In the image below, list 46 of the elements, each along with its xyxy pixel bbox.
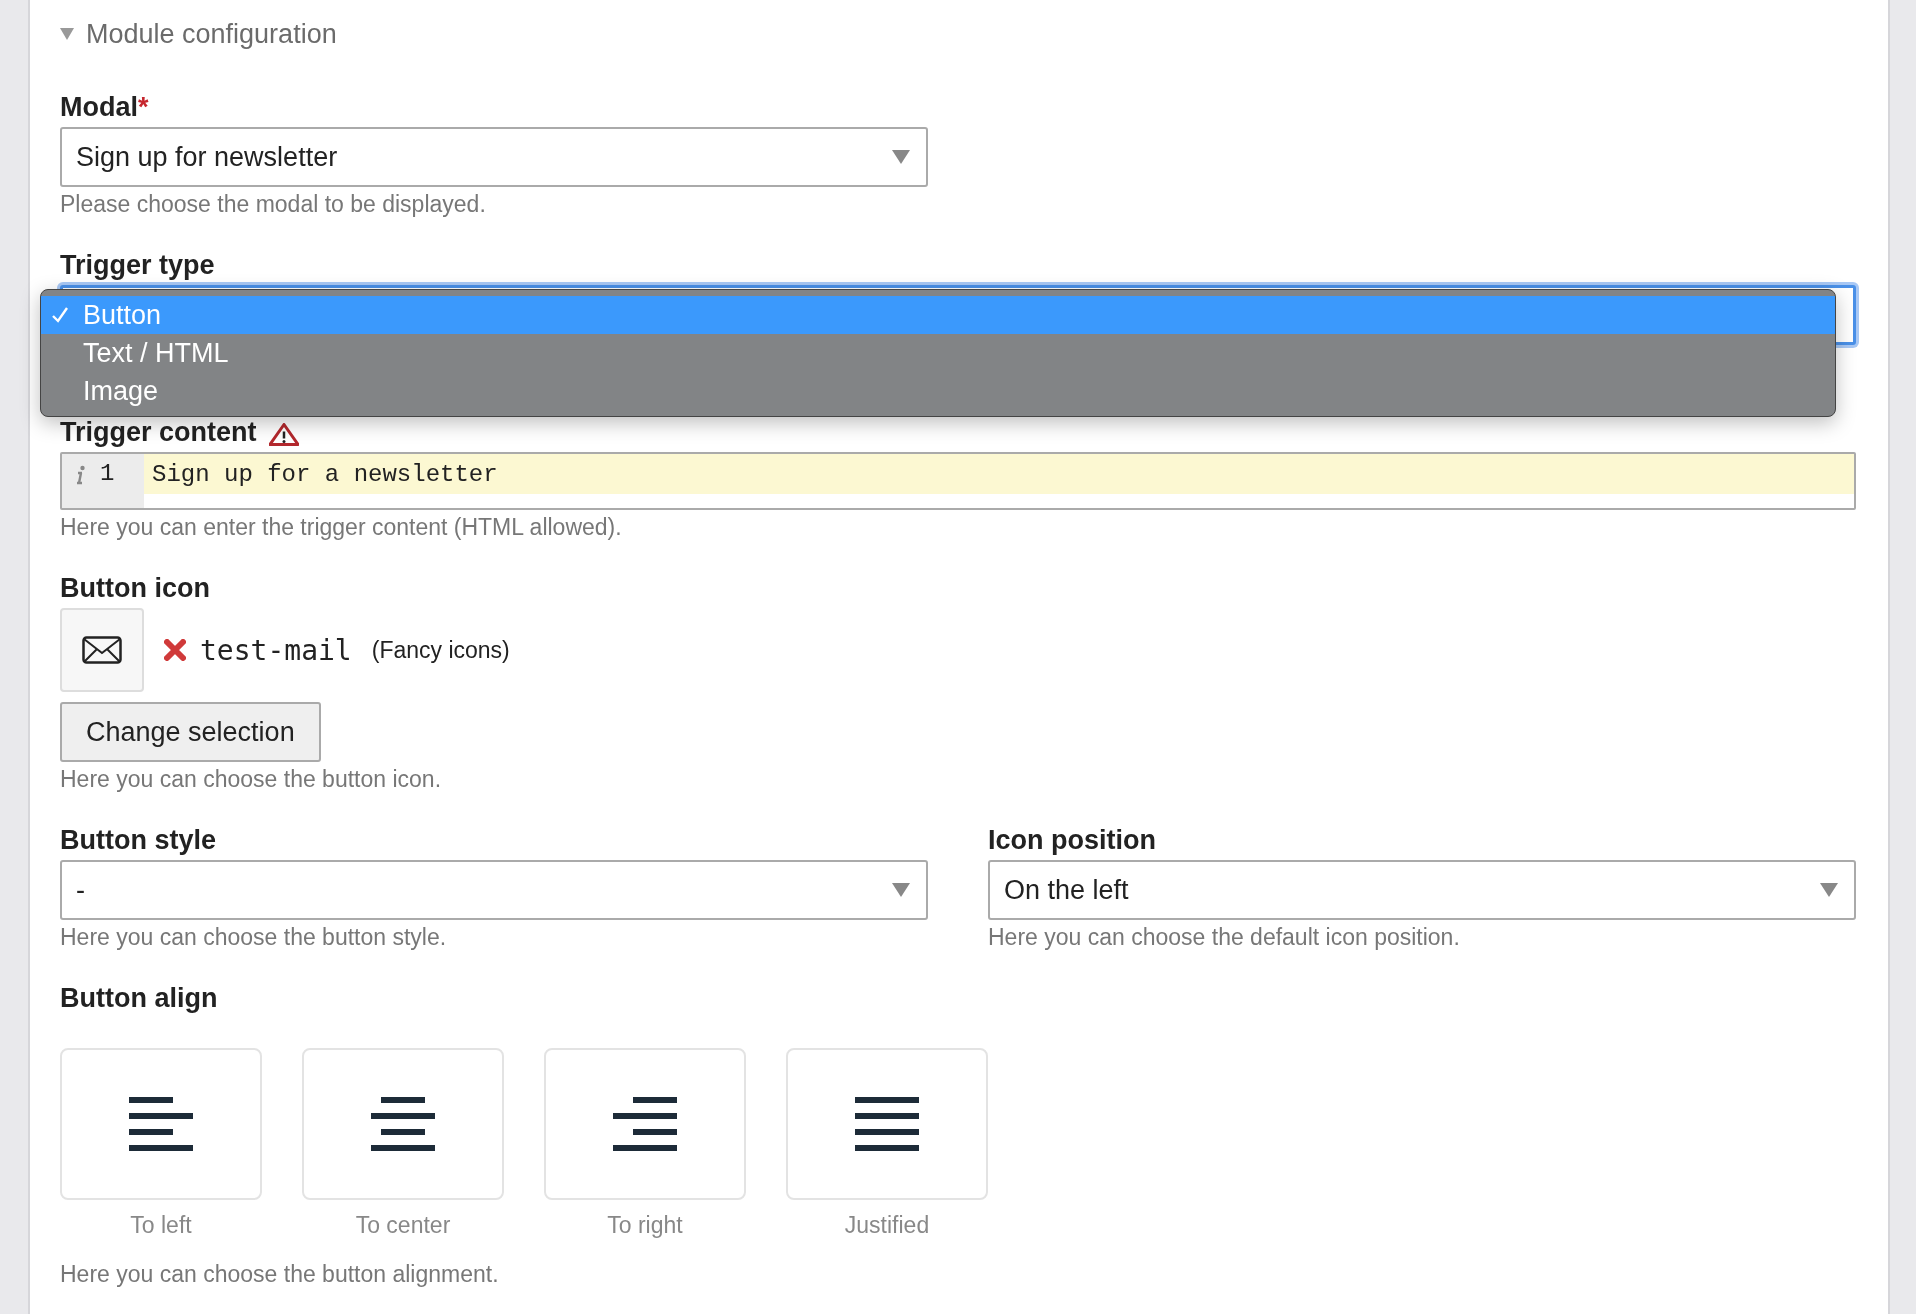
help-text: Here you can choose the button style. [60, 924, 447, 951]
help-text: Here you can enter the trigger content (HTML allowed). [60, 514, 622, 541]
field-label: Trigger content [60, 417, 257, 448]
field-label: Trigger type [60, 250, 215, 281]
check-icon [51, 306, 69, 324]
alignment-label: Justified [844, 1212, 930, 1239]
alignment-label: To right [607, 1212, 683, 1239]
field-label: Modal* [60, 92, 149, 123]
help-text: Here you can choose the button icon. [60, 766, 442, 793]
dropdown-option[interactable]: Text / HTML [41, 334, 1835, 372]
align-right-icon [613, 1097, 677, 1151]
field-label: Button align [60, 983, 218, 1014]
help-text: Here you can choose the default icon position. [988, 924, 1460, 951]
remove-icon[interactable] [164, 639, 186, 661]
change-selection-button[interactable]: Change selection [60, 702, 321, 762]
alignment-option[interactable] [786, 1048, 988, 1200]
dropdown-arrow-icon [892, 883, 910, 897]
alignment-option[interactable] [302, 1048, 504, 1200]
align-center-icon [371, 1097, 435, 1151]
section-title[interactable]: Module configuration [86, 18, 337, 50]
envelope-icon [82, 636, 122, 664]
dropdown-arrow-icon [892, 150, 910, 164]
select-field[interactable]: - [60, 860, 928, 920]
align-left-icon [129, 1097, 193, 1151]
collapse-caret-icon[interactable] [60, 28, 74, 40]
field-label: Button style [60, 825, 216, 856]
help-text: Please choose the modal to be displayed. [60, 191, 486, 218]
alignment-option[interactable] [60, 1048, 262, 1200]
help-text: Here you can choose the button alignment. [60, 1261, 499, 1288]
alignment-label: To center [355, 1212, 451, 1239]
icon-library: (Fancy icons) [371, 636, 510, 664]
select-field[interactable]: Sign up for newsletter [60, 127, 928, 187]
align-justify-icon [855, 1097, 919, 1151]
info-icon [76, 465, 86, 485]
warning-icon [268, 423, 299, 446]
alignment-label: To left [130, 1212, 192, 1239]
dropdown-option[interactable]: Image [41, 372, 1835, 410]
alignment-option[interactable] [544, 1048, 746, 1200]
code-line: Sign up for a newsletter [152, 460, 498, 488]
code-editor[interactable]: 1 Sign up for a newsletter [60, 452, 1856, 510]
field-label: Icon position [988, 825, 1156, 856]
icon-name: test-mail [200, 633, 352, 667]
select-field[interactable]: On the left [988, 860, 1856, 920]
line-number: 1 [100, 460, 115, 488]
field-label: Button icon [60, 573, 210, 604]
dropdown-arrow-icon [1820, 883, 1838, 897]
